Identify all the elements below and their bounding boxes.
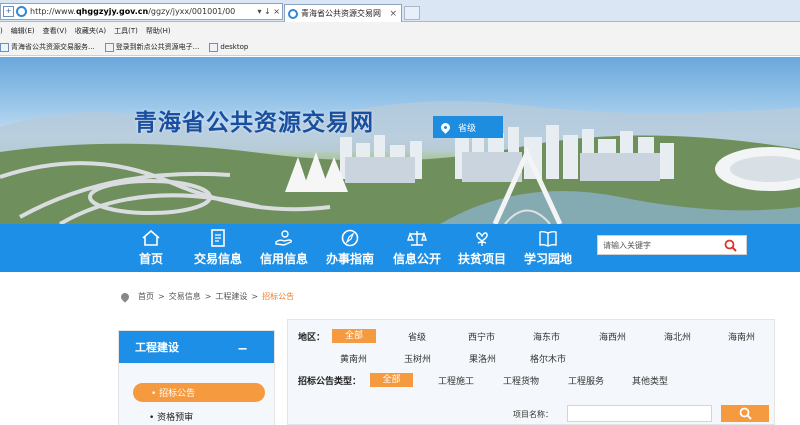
new-tab-button[interactable] <box>404 6 420 20</box>
tab-close-icon[interactable]: × <box>389 9 397 19</box>
favorites-bar: 青海省公共资源交易服务... 登录到新点公共资源电子... desktop <box>0 39 800 56</box>
location-pin-icon <box>439 120 452 134</box>
address-controls[interactable]: ▾ ↓ × <box>255 7 282 16</box>
menu-bar: ) 编辑(E) 查看(V) 收藏夹(A) 工具(T) 帮助(H) <box>0 22 800 39</box>
project-name-label: 项目名称： <box>513 410 553 419</box>
banner-cityscape-image <box>0 101 800 224</box>
region-option-all[interactable]: 全部 <box>332 329 376 343</box>
menu-item-edit[interactable]: 编辑(E) <box>11 26 35 36</box>
breadcrumb: 首页 > 交易信息 > 工程建设 > 招标公告 <box>119 290 295 303</box>
sidebar: 工程建设 − • 招标公告 • 资格预审 <box>118 330 275 425</box>
sidebar-title: 工程建设 <box>135 341 179 354</box>
type-option-all[interactable]: 全部 <box>370 373 413 387</box>
nav-item-home[interactable]: 首页 <box>121 224 181 272</box>
region-filter-label: 地区： <box>298 333 326 343</box>
type-option[interactable]: 其他类型 <box>632 374 668 387</box>
hand-icon <box>275 230 292 246</box>
breadcrumb-engineering[interactable]: 工程建设 <box>215 291 247 302</box>
search-icon <box>739 407 752 420</box>
address-url[interactable]: http://www.qhggzyjy.gov.cn/ggzy/jyxx/001… <box>30 7 255 16</box>
tab-favicon-icon <box>288 8 298 19</box>
browser-titlebar: + http://www.qhggzyjy.gov.cn/ggzy/jyxx/0… <box>0 0 800 22</box>
home-icon <box>142 229 160 246</box>
favorite-link-2[interactable]: 登录到新点公共资源电子... <box>104 42 199 52</box>
page-icon <box>104 42 114 52</box>
location-pin-icon <box>119 290 131 303</box>
favorite-link-1[interactable]: 青海省公共资源交易服务... <box>0 42 95 52</box>
address-bar[interactable]: + http://www.qhggzyjy.gov.cn/ggzy/jyxx/0… <box>0 3 283 20</box>
region-selector[interactable]: 省级 <box>433 116 503 138</box>
compass-icon <box>341 229 359 247</box>
menu-item-file[interactable]: ) <box>0 27 3 35</box>
breadcrumb-home[interactable]: 首页 <box>138 291 154 302</box>
page-icon <box>209 42 219 52</box>
region-option[interactable]: 格尔木市 <box>530 352 566 365</box>
tab-title: 青海省公共资源交易网 <box>301 9 381 18</box>
region-option[interactable]: 果洛州 <box>469 352 496 365</box>
sidebar-body: • 招标公告 • 资格预审 <box>119 363 274 425</box>
region-option[interactable]: 海南州 <box>728 330 755 343</box>
menu-item-favorites[interactable]: 收藏夹(A) <box>75 26 106 36</box>
filter-panel: 地区： 全部 省级 西宁市 海东市 海西州 海北州 海南州 黄南州 玉树州 果洛… <box>287 319 775 425</box>
page-icon <box>0 42 9 52</box>
region-option[interactable]: 海北州 <box>664 330 691 343</box>
browser-window: + http://www.qhggzyjy.gov.cn/ggzy/jyxx/0… <box>0 0 800 425</box>
breadcrumb-current: 招标公告 <box>262 292 295 301</box>
collapse-icon[interactable]: − <box>237 342 248 357</box>
nav-item-credit-info[interactable]: 信用信息 <box>254 224 314 272</box>
browser-tab[interactable]: 青海省公共资源交易网 × <box>284 4 402 22</box>
keyword-search <box>597 235 747 255</box>
search-icon <box>724 239 737 252</box>
menu-item-tools[interactable]: 工具(T) <box>114 26 138 36</box>
region-option[interactable]: 海西州 <box>599 330 626 343</box>
type-option[interactable]: 工程施工 <box>438 374 474 387</box>
sidebar-item-prequalification[interactable]: • 资格预审 <box>149 410 193 423</box>
region-label: 省级 <box>458 123 477 134</box>
nav-item-disclosure[interactable]: 信息公开 <box>387 224 447 272</box>
book-icon <box>539 230 557 247</box>
nav-item-guide[interactable]: 办事指南 <box>320 224 380 272</box>
scales-icon <box>407 231 427 246</box>
type-filter-label: 招标公告类型： <box>298 377 362 387</box>
project-search-button[interactable] <box>721 405 769 422</box>
region-option[interactable]: 省级 <box>408 330 426 343</box>
menu-item-view[interactable]: 查看(V) <box>43 26 67 36</box>
type-option[interactable]: 工程货物 <box>503 374 539 387</box>
sidebar-item-tender-notice[interactable]: • 招标公告 <box>133 383 265 402</box>
document-icon <box>211 229 225 247</box>
search-button[interactable] <box>718 236 742 254</box>
heart-hands-icon <box>476 232 488 246</box>
region-option[interactable]: 玉树州 <box>404 352 431 365</box>
nav-item-learning[interactable]: 学习园地 <box>518 224 578 272</box>
ie-logo-icon <box>16 6 27 17</box>
region-option[interactable]: 黄南州 <box>340 352 367 365</box>
type-option[interactable]: 工程服务 <box>568 374 604 387</box>
nav-item-trade-info[interactable]: 交易信息 <box>188 224 248 272</box>
search-input[interactable] <box>598 236 718 254</box>
region-option[interactable]: 海东市 <box>533 330 560 343</box>
compat-icon[interactable]: + <box>3 6 14 17</box>
region-option[interactable]: 西宁市 <box>468 330 495 343</box>
sidebar-header[interactable]: 工程建设 − <box>119 331 274 363</box>
breadcrumb-trade-info[interactable]: 交易信息 <box>169 291 201 302</box>
site-banner: 青海省公共资源交易网 省级 <box>0 57 800 224</box>
project-name-input[interactable] <box>567 405 712 422</box>
favorite-link-3[interactable]: desktop <box>209 42 248 52</box>
site-title: 青海省公共资源交易网 <box>134 110 374 136</box>
nav-item-poverty-projects[interactable]: 扶贫项目 <box>452 224 512 272</box>
menu-item-help[interactable]: 帮助(H) <box>146 26 171 36</box>
